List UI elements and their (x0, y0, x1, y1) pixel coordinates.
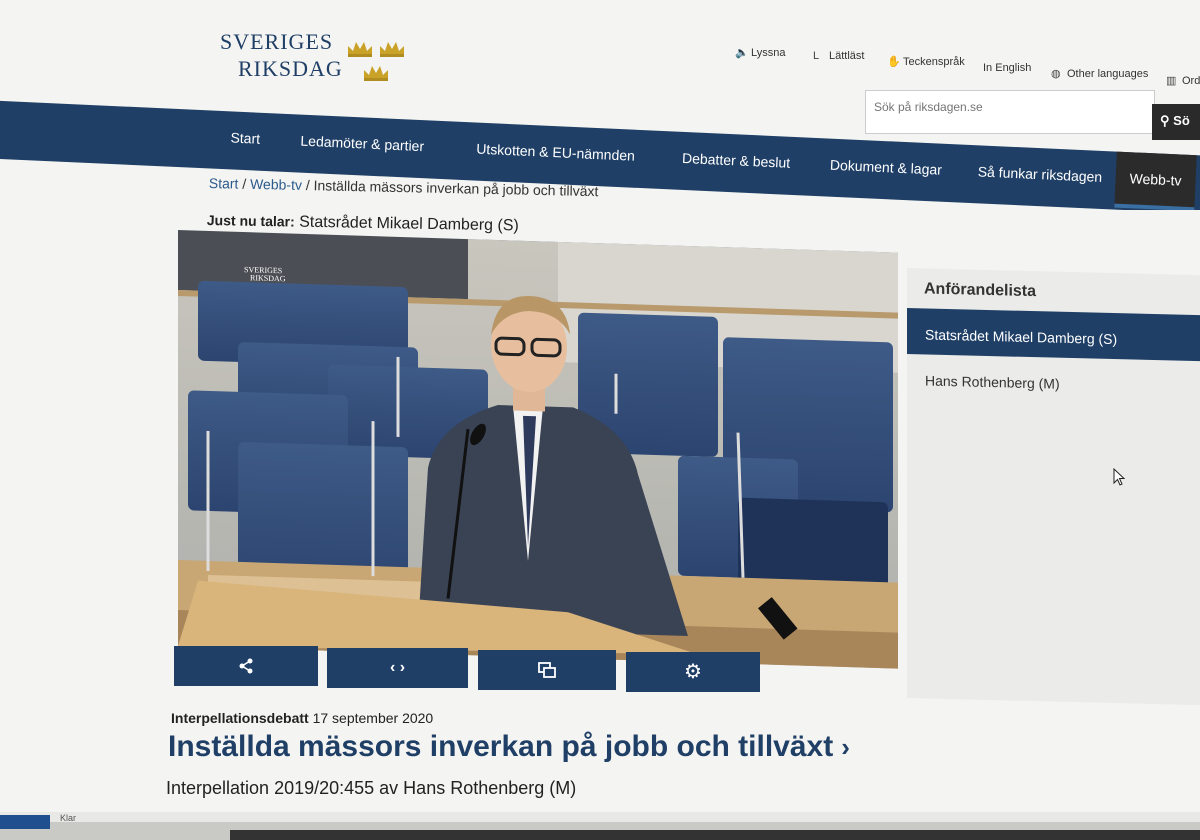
popout-button[interactable] (478, 650, 616, 690)
breadcrumb-webb-tv[interactable]: Webb-tv (250, 176, 302, 193)
video-player[interactable]: SVERIGES RIKSDAG (178, 230, 898, 669)
three-crowns-icon (346, 32, 416, 82)
speaker-list-title: Anförandelista (924, 280, 1037, 301)
nav-sa-funkar[interactable]: Så funkar riksdagen (977, 163, 1102, 185)
main-nav: Start Ledamöter & partier Utskotten & EU… (0, 100, 1200, 210)
speaker-list: Anförandelista Statsrådet Mikael Damberg… (907, 268, 1200, 706)
logo-line2: RIKSDAG (238, 56, 343, 81)
util-lattlast[interactable]: L Lättläst (813, 50, 864, 62)
browser-screen: SVERIGES RIKSDAG 🔈 Lyssna L Lättläst ✋ Teck… (0, 0, 1200, 815)
taskbar (0, 812, 1200, 822)
debate-meta: Interpellationsdebatt 17 september 2020 (171, 710, 433, 726)
monitor-edge (230, 830, 1200, 840)
video-controls: ‹ › ⚙ (174, 646, 774, 696)
debate-title[interactable]: Inställda mässors inverkan på jobb och t… (168, 730, 850, 764)
nav-debatter[interactable]: Debatter & beslut (682, 150, 791, 171)
mouse-cursor-icon (1113, 468, 1126, 486)
debate-date: 17 september 2020 (312, 710, 434, 726)
now-speaking-name: Statsrådet Mikael Damberg (S) (299, 213, 519, 235)
settings-button[interactable]: ⚙ (626, 652, 760, 692)
riksdag-logo[interactable]: SVERIGES RIKSDAG (220, 28, 420, 88)
utility-links: 🔈 Lyssna L Lättläst ✋ Teckenspråk In Englis… (735, 46, 1200, 87)
util-ord[interactable]: ▥ Ord (1166, 74, 1200, 87)
easy-read-icon: L (813, 50, 820, 62)
book-icon: ▥ (1166, 75, 1177, 87)
sign-language-icon: ✋ (887, 56, 901, 68)
util-english[interactable]: In English (983, 62, 1031, 74)
logo-line1: SVERIGES (220, 29, 334, 54)
nav-ledamoter[interactable]: Ledamöter & partier (300, 133, 424, 155)
chevron-right-icon: › (841, 732, 850, 762)
util-lyssna[interactable]: 🔈 Lyssna (735, 46, 785, 59)
speaker-icon: 🔈 (735, 47, 749, 59)
share-icon (239, 658, 253, 674)
util-other-languages[interactable]: ◍ Other languages (1051, 67, 1148, 80)
video-frame: SVERIGES RIKSDAG (178, 230, 898, 669)
speaker-list-item[interactable]: Hans Rothenberg (M) (907, 354, 1200, 407)
taskbar-status: Klar (60, 813, 77, 823)
speaker-list-item[interactable]: Statsrådet Mikael Damberg (S) (907, 308, 1200, 362)
debate-subtitle: Interpellation 2019/20:455 av Hans Rothe… (166, 778, 577, 798)
share-button[interactable] (174, 646, 318, 686)
debate-type: Interpellationsdebatt (171, 710, 309, 726)
util-teckensprak[interactable]: ✋ Teckenspråk (887, 55, 965, 68)
code-icon: ‹ › (389, 659, 406, 676)
video-watermark-line2: RIKSDAG (250, 273, 286, 283)
main-nav-wrap: Start Ledamöter & partier Utskotten & EU… (0, 90, 1200, 210)
nav-utskotten[interactable]: Utskotten & EU-nämnden (476, 141, 635, 164)
nav-dokument[interactable]: Dokument & lagar (830, 157, 943, 178)
globe-icon: ◍ (1051, 68, 1061, 80)
embed-button[interactable]: ‹ › (327, 648, 468, 688)
popout-icon (538, 661, 556, 678)
now-speaking-label: Just nu talar: (206, 212, 295, 230)
gear-icon: ⚙ (684, 661, 702, 683)
breadcrumb-start[interactable]: Start (209, 175, 239, 192)
nav-webb-tv[interactable]: Webb-tv (1114, 151, 1197, 210)
nav-start[interactable]: Start (230, 129, 260, 146)
logo-text: SVERIGES RIKSDAG (220, 28, 343, 82)
taskbar-start[interactable] (0, 815, 50, 829)
